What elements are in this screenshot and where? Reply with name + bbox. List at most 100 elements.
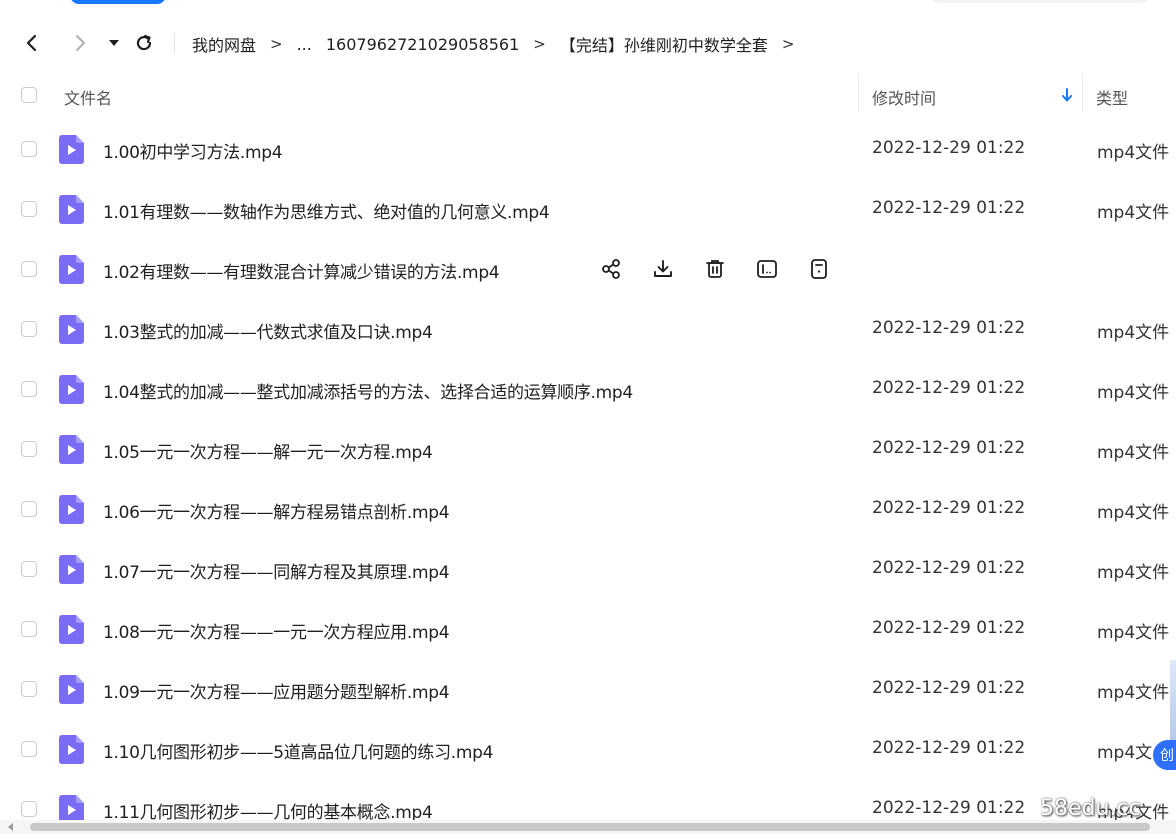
chevron-right-icon (76, 35, 85, 51)
file-row[interactable]: 1.03整式的加减——代数式求值及口诀.mp4 2022-12-29 01:22… (0, 300, 1176, 360)
file-modified-time: 2022-12-29 01:22 (872, 798, 1026, 818)
column-header-modified-time[interactable]: 修改时间 (872, 85, 936, 109)
breadcrumb-root[interactable]: 我的网盘 (192, 32, 256, 56)
scrollbar-thumb[interactable] (30, 823, 1150, 831)
file-row[interactable]: 1.04整式的加减——整式加减添括号的方法、选择合适的运算顺序.mp4 2022… (0, 360, 1176, 420)
file-list-header: 文件名 修改时间 类型 (0, 74, 1176, 116)
column-divider[interactable] (1082, 74, 1083, 112)
forward-button[interactable] (68, 31, 92, 55)
refresh-button[interactable] (132, 31, 156, 55)
delete-button[interactable] (702, 256, 728, 282)
file-name[interactable]: 1.05一元一次方程——解一元一次方程.mp4 (103, 438, 433, 463)
file-row[interactable]: 1.06一元一次方程——解方程易错点剖析.mp4 2022-12-29 01:2… (0, 480, 1176, 540)
file-modified-time: 2022-12-29 01:22 (872, 738, 1026, 758)
file-name[interactable]: 1.08一元一次方程——一元一次方程应用.mp4 (103, 618, 450, 643)
top-primary-button[interactable] (70, 0, 166, 4)
file-row-checkbox[interactable] (21, 141, 37, 157)
file-row-checkbox[interactable] (21, 681, 37, 697)
file-name[interactable]: 1.07一元一次方程——同解方程及其原理.mp4 (103, 558, 450, 583)
file-row[interactable]: 1.05一元一次方程——解一元一次方程.mp4 2022-12-29 01:22… (0, 420, 1176, 480)
file-name[interactable]: 1.00初中学习方法.mp4 (103, 138, 283, 163)
trash-icon (706, 260, 724, 278)
breadcrumb-separator: > (270, 35, 283, 53)
video-file-icon (59, 135, 84, 164)
video-file-icon (59, 675, 84, 704)
file-row-checkbox[interactable] (21, 441, 37, 457)
file-modified-time: 2022-12-29 01:22 (872, 138, 1026, 158)
download-button[interactable] (650, 256, 676, 282)
file-name[interactable]: 1.03整式的加减——代数式求值及口诀.mp4 (103, 318, 433, 343)
download-icon (654, 260, 672, 277)
side-create-badge[interactable]: 创 (1153, 740, 1176, 770)
side-badge-label: 创 (1160, 748, 1174, 764)
file-type: mp4文件 (1097, 383, 1170, 403)
rename-button[interactable] (754, 256, 780, 282)
breadcrumb-current-folder[interactable]: 【完结】孙维刚初中数学全套 (560, 32, 768, 56)
file-type: mp4文件 (1097, 683, 1170, 703)
refresh-icon (136, 34, 152, 51)
more-button[interactable] (806, 256, 832, 282)
video-file-icon (59, 315, 84, 344)
rename-icon (757, 260, 777, 278)
breadcrumb-separator: > (781, 35, 795, 53)
file-row-checkbox[interactable] (21, 741, 37, 757)
file-row[interactable]: 1.09一元一次方程——应用题分题型解析.mp4 2022-12-29 01:2… (0, 660, 1176, 720)
breadcrumb-ellipsis[interactable]: ... (297, 35, 312, 54)
file-row[interactable]: 1.10几何图形初步——5道高品位几何题的练习.mp4 2022-12-29 0… (0, 720, 1176, 780)
file-modified-time: 2022-12-29 01:22 (872, 198, 1026, 218)
watermark: 58edu.cc (1040, 796, 1141, 821)
video-file-icon (59, 375, 84, 404)
sort-descending-icon[interactable] (1060, 86, 1074, 104)
navigation-bar: 我的网盘 > ... 1607962721029058561 > 【完结】孙维刚… (0, 22, 1176, 64)
video-file-icon (59, 195, 84, 224)
file-modified-time: 2022-12-29 01:22 (872, 558, 1026, 578)
file-row-checkbox[interactable] (21, 561, 37, 577)
video-file-icon (59, 495, 84, 524)
file-row-checkbox[interactable] (21, 261, 37, 277)
file-row-checkbox[interactable] (21, 381, 37, 397)
select-all-checkbox[interactable] (21, 87, 37, 103)
chevron-left-icon (26, 34, 37, 52)
video-file-icon (59, 435, 84, 464)
video-file-icon (59, 735, 84, 764)
file-type: mp4文件 (1097, 143, 1170, 163)
share-button[interactable] (598, 256, 624, 282)
column-header-type[interactable]: 类型 (1096, 85, 1128, 109)
breadcrumb-folder-id[interactable]: 1607962721029058561 (326, 35, 519, 54)
file-row[interactable]: 1.01有理数——数轴作为思维方式、绝对值的几何意义.mp4 2022-12-2… (0, 180, 1176, 240)
file-row-checkbox[interactable] (21, 321, 37, 337)
video-file-icon (59, 555, 84, 584)
file-row-checkbox[interactable] (21, 201, 37, 217)
file-row-checkbox[interactable] (21, 501, 37, 517)
share-icon (602, 259, 620, 279)
file-row[interactable]: 1.02有理数——有理数混合计算减少错误的方法.mp4 (0, 240, 1176, 300)
history-dropdown-button[interactable] (102, 31, 126, 55)
file-name[interactable]: 1.02有理数——有理数混合计算减少错误的方法.mp4 (103, 258, 500, 283)
file-name[interactable]: 1.04整式的加减——整式加减添括号的方法、选择合适的运算顺序.mp4 (103, 378, 633, 403)
file-row-checkbox[interactable] (21, 801, 37, 817)
top-search-box[interactable] (930, 0, 1150, 3)
file-type: mp4文件 (1097, 203, 1170, 223)
breadcrumb: 我的网盘 > ... 1607962721029058561 > 【完结】孙维刚… (192, 32, 794, 56)
column-divider[interactable] (858, 74, 859, 112)
file-modified-time: 2022-12-29 01:22 (872, 438, 1026, 458)
file-type: mp4文件 (1097, 323, 1170, 343)
file-modified-time: 2022-12-29 01:22 (872, 678, 1026, 698)
file-name[interactable]: 1.01有理数——数轴作为思维方式、绝对值的几何意义.mp4 (103, 198, 550, 223)
file-row[interactable]: 1.00初中学习方法.mp4 2022-12-29 01:22 mp4文件 (0, 120, 1176, 180)
file-name[interactable]: 1.09一元一次方程——应用题分题型解析.mp4 (103, 678, 450, 703)
back-button[interactable] (20, 31, 44, 55)
file-row[interactable]: 1.08一元一次方程——一元一次方程应用.mp4 2022-12-29 01:2… (0, 600, 1176, 660)
file-name[interactable]: 1.10几何图形初步——5道高品位几何题的练习.mp4 (103, 738, 493, 763)
file-modified-time: 2022-12-29 01:22 (872, 498, 1026, 518)
file-row-checkbox[interactable] (21, 621, 37, 637)
column-header-name[interactable]: 文件名 (64, 85, 112, 109)
file-name[interactable]: 1.06一元一次方程——解方程易错点剖析.mp4 (103, 498, 450, 523)
caret-down-icon (109, 40, 119, 46)
horizontal-scrollbar[interactable] (0, 820, 1176, 834)
scroll-left-icon[interactable] (6, 822, 16, 832)
file-type: mp4文件 (1097, 563, 1170, 583)
file-row[interactable]: 1.07一元一次方程——同解方程及其原理.mp4 2022-12-29 01:2… (0, 540, 1176, 600)
file-type: mp4文件 (1097, 443, 1170, 463)
row-action-bar (598, 256, 832, 282)
